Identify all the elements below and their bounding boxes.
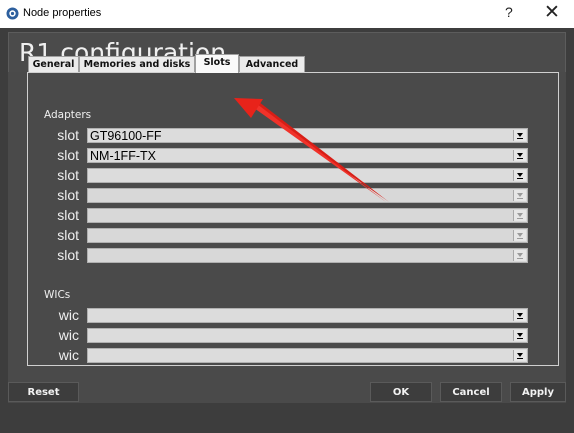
wic-label: wic (58, 347, 79, 363)
chevron-down-icon (513, 230, 526, 241)
wic-2-select[interactable] (87, 348, 528, 363)
slot-label: slot (57, 247, 79, 263)
tab-memories-and-disks[interactable]: Memories and disks (79, 56, 195, 72)
tab-advanced[interactable]: Advanced (239, 56, 305, 72)
slot-2-select[interactable] (87, 168, 528, 183)
slot-label: slot (57, 147, 79, 163)
window-title: Node properties (23, 7, 102, 19)
slot-6-select[interactable] (87, 248, 528, 263)
slots-tab-content: Adapters slot GT96100-FF slot NM-1FF-TX … (27, 72, 559, 366)
chevron-down-icon (513, 170, 526, 181)
slot-label: slot (57, 187, 79, 203)
chevron-down-icon (513, 250, 526, 261)
ok-button[interactable]: OK (370, 382, 432, 402)
slot-4-select[interactable] (87, 208, 528, 223)
chevron-down-icon (513, 350, 526, 361)
wic-label: wic (58, 327, 79, 343)
slot-label: slot (57, 207, 79, 223)
title-bar: Node properties ? ✕ (0, 0, 574, 28)
chevron-down-icon (513, 330, 526, 341)
slot-label: slot (57, 167, 79, 183)
slot-0-value: GT96100-FF (90, 129, 162, 143)
chevron-down-icon (513, 210, 526, 221)
chevron-down-icon (513, 130, 526, 141)
wic-label: wic (58, 307, 79, 323)
help-button[interactable]: ? (505, 4, 513, 20)
chevron-down-icon (513, 190, 526, 201)
apply-button[interactable]: Apply (510, 382, 566, 402)
gns3-app-icon (6, 7, 19, 20)
tab-general[interactable]: General (28, 56, 79, 72)
chevron-down-icon (513, 310, 526, 321)
adapters-group-label: Adapters (44, 109, 92, 121)
cancel-button[interactable]: Cancel (440, 382, 502, 402)
slot-1-value: NM-1FF-TX (90, 149, 156, 163)
wic-0-select[interactable] (87, 308, 528, 323)
slot-1-select[interactable]: NM-1FF-TX (87, 148, 528, 163)
chevron-down-icon (513, 150, 526, 161)
wic-1-select[interactable] (87, 328, 528, 343)
slot-5-select[interactable] (87, 228, 528, 243)
close-button[interactable]: ✕ (544, 1, 560, 23)
wics-group-label: WICs (44, 289, 71, 301)
slot-label: slot (57, 127, 79, 143)
slot-label: slot (57, 227, 79, 243)
slot-3-select[interactable] (87, 188, 528, 203)
slot-0-select[interactable]: GT96100-FF (87, 128, 528, 143)
reset-button[interactable]: Reset (8, 382, 79, 402)
tab-slots[interactable]: Slots (195, 54, 239, 73)
